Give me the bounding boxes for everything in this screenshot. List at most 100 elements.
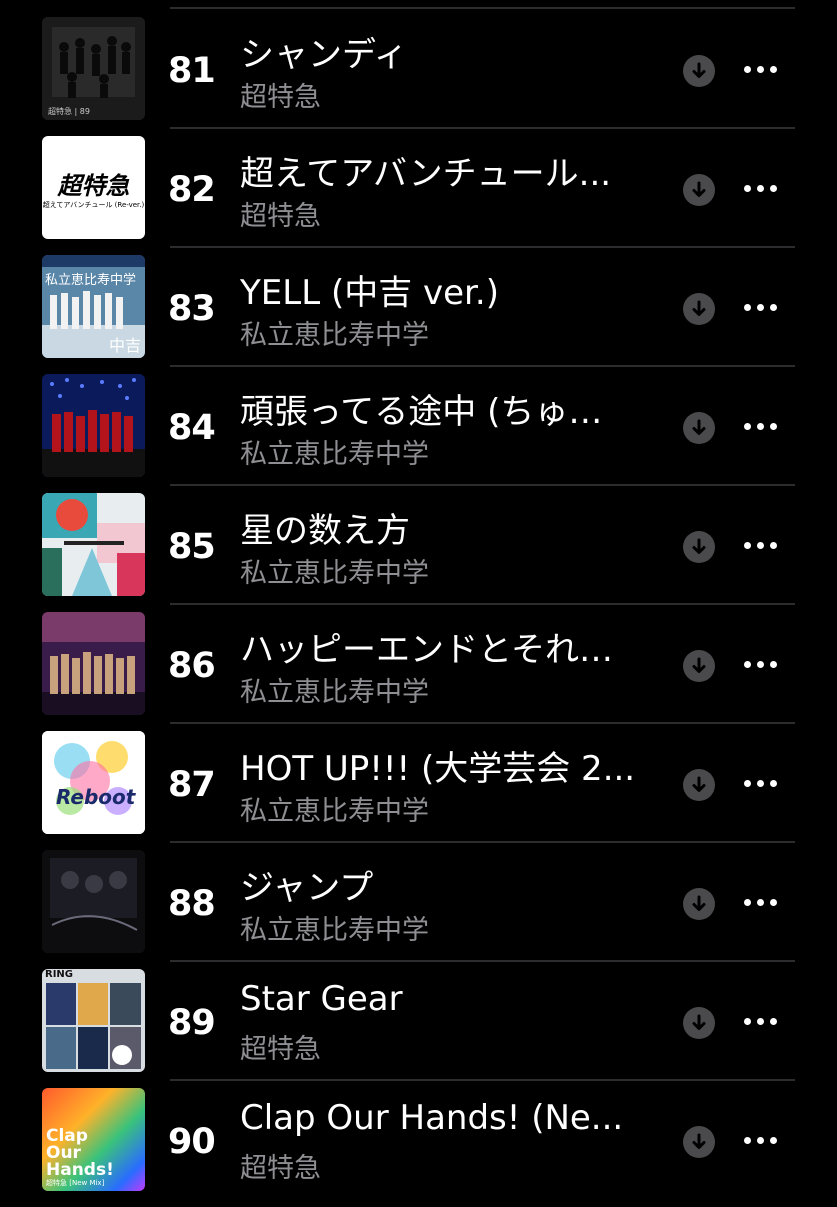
download-icon[interactable] xyxy=(683,293,715,325)
song-row[interactable]: 超特急 | 89 81 シャンディ 超特急 xyxy=(0,17,837,136)
separator xyxy=(170,365,795,367)
song-title: ジャンプ xyxy=(240,868,374,908)
artist-name[interactable]: 私立恵比寿中学 xyxy=(240,551,429,590)
song-title: Star Gear xyxy=(240,979,403,1019)
album-artwork[interactable]: Reboot xyxy=(42,731,145,834)
download-icon[interactable] xyxy=(683,888,715,920)
song-row[interactable]: 86 ハッピーエンドとそれ… 私立恵比寿中学 xyxy=(0,603,837,731)
song-row[interactable]: Clap Our Hands! 超特急 [New Mix] 90 Clap Ou… xyxy=(0,1079,837,1207)
chart-rank: 90 xyxy=(168,1122,216,1162)
artist-name[interactable]: 私立恵比寿中学 xyxy=(240,313,429,352)
ellipsis-icon xyxy=(744,899,751,906)
song-title: シャンディ xyxy=(240,35,408,75)
song-row[interactable]: 84 頑張ってる途中 (ちゅ… 私立恵比寿中学 xyxy=(0,365,837,493)
song-title: 頑張ってる途中 (ちゅ… xyxy=(240,392,603,432)
album-artwork[interactable]: Clap Our Hands! 超特急 [New Mix] xyxy=(42,1088,145,1191)
ellipsis-icon xyxy=(744,780,751,787)
download-icon[interactable] xyxy=(683,769,715,801)
chart-rank: 82 xyxy=(168,170,216,210)
ellipsis-icon xyxy=(744,66,751,73)
song-row[interactable]: 85 星の数え方 私立恵比寿中学 xyxy=(0,484,837,612)
chart-rank: 84 xyxy=(168,408,216,448)
separator xyxy=(170,841,795,843)
download-icon[interactable] xyxy=(683,650,715,682)
artist-name[interactable]: 超特急 xyxy=(240,194,321,233)
more-options-button[interactable] xyxy=(740,291,782,325)
song-title: 星の数え方 xyxy=(240,511,410,551)
ellipsis-icon xyxy=(744,542,751,549)
artist-name[interactable]: 私立恵比寿中学 xyxy=(240,670,429,709)
artist-name[interactable]: 私立恵比寿中学 xyxy=(240,789,429,828)
separator xyxy=(170,7,795,9)
album-artwork-text: 私立恵比寿中学 xyxy=(45,273,137,288)
download-icon[interactable] xyxy=(683,1007,715,1039)
artist-name[interactable]: 私立恵比寿中学 xyxy=(240,432,429,471)
song-title: HOT UP!!! (大学芸会 2... xyxy=(240,749,636,789)
album-artwork[interactable] xyxy=(42,374,145,477)
download-icon[interactable] xyxy=(683,55,715,87)
separator xyxy=(170,960,795,962)
album-artwork[interactable]: 超特急 | 89 xyxy=(42,17,145,120)
separator xyxy=(170,484,795,486)
song-title: YELL (中吉 ver.) xyxy=(240,273,499,313)
album-artwork-text: RING xyxy=(45,969,73,980)
separator xyxy=(170,1079,795,1081)
ellipsis-icon xyxy=(744,661,751,668)
chart-rank: 85 xyxy=(168,527,216,567)
album-artwork-text: 超特急 | 89 xyxy=(48,107,90,116)
album-artwork-text: 超特急 xyxy=(57,172,130,200)
more-options-button[interactable] xyxy=(740,767,782,801)
chart-rank: 89 xyxy=(168,1003,216,1043)
chart-rank: 88 xyxy=(168,884,216,924)
separator xyxy=(170,722,795,724)
download-icon[interactable] xyxy=(683,412,715,444)
chart-rank: 86 xyxy=(168,646,216,686)
more-options-button[interactable] xyxy=(740,529,782,563)
album-artwork[interactable] xyxy=(42,493,145,596)
download-icon[interactable] xyxy=(683,174,715,206)
album-artwork-subtitle: 中吉 xyxy=(108,336,141,355)
more-options-button[interactable] xyxy=(740,1124,782,1158)
album-artwork[interactable]: RING xyxy=(42,969,145,1072)
song-row[interactable]: Reboot 87 HOT UP!!! (大学芸会 2... 私立恵比寿中学 xyxy=(0,722,837,850)
more-options-button[interactable] xyxy=(740,886,782,920)
more-options-button[interactable] xyxy=(740,410,782,444)
ellipsis-icon xyxy=(744,1018,751,1025)
song-title: Clap Our Hands! (Ne... xyxy=(240,1098,624,1138)
more-options-button[interactable] xyxy=(740,648,782,682)
more-options-button[interactable] xyxy=(740,172,782,206)
artist-name[interactable]: 超特急 xyxy=(240,1027,321,1066)
chart-rank: 87 xyxy=(168,765,216,805)
artist-name[interactable]: 超特急 xyxy=(240,1146,321,1185)
ellipsis-icon xyxy=(744,1137,751,1144)
album-artwork[interactable]: 私立恵比寿中学 中吉 xyxy=(42,255,145,358)
song-title: 超えてアバンチュール... xyxy=(240,154,612,194)
album-artwork-subtitle: 超特急 [New Mix] xyxy=(46,1179,105,1187)
album-artwork[interactable] xyxy=(42,612,145,715)
song-row[interactable]: RING 89 Star Gear 超特急 xyxy=(0,960,837,1088)
album-artwork-text: Clap Our Hands! xyxy=(46,1126,114,1180)
album-artwork[interactable] xyxy=(42,850,145,953)
download-icon[interactable] xyxy=(683,531,715,563)
album-artwork-subtitle: 超えてアバンチュール (Re-ver.) xyxy=(42,201,145,209)
more-options-button[interactable] xyxy=(740,53,782,87)
more-options-button[interactable] xyxy=(740,1005,782,1039)
album-artwork-text: Reboot xyxy=(56,785,136,809)
separator xyxy=(170,603,795,605)
chart-rank: 83 xyxy=(168,289,216,329)
chart-rank: 81 xyxy=(168,51,216,91)
album-artwork[interactable]: 超特急 超えてアバンチュール (Re-ver.) xyxy=(42,136,145,239)
ellipsis-icon xyxy=(744,423,751,430)
song-row[interactable]: 超特急 超えてアバンチュール (Re-ver.) 82 超えてアバンチュール..… xyxy=(0,127,837,255)
song-title: ハッピーエンドとそれ… xyxy=(240,630,613,670)
song-row[interactable]: 私立恵比寿中学 中吉 83 YELL (中吉 ver.) 私立恵比寿中学 xyxy=(0,246,837,374)
ellipsis-icon xyxy=(744,185,751,192)
artist-name[interactable]: 超特急 xyxy=(240,75,321,114)
chart-song-list: 超特急 | 89 81 シャンディ 超特急 超特急 超えてアバンチュール (Re… xyxy=(0,0,837,1200)
download-icon[interactable] xyxy=(683,1126,715,1158)
separator xyxy=(170,246,795,248)
ellipsis-icon xyxy=(744,304,751,311)
separator xyxy=(170,127,795,129)
artist-name[interactable]: 私立恵比寿中学 xyxy=(240,908,429,947)
song-row[interactable]: 88 ジャンプ 私立恵比寿中学 xyxy=(0,841,837,969)
